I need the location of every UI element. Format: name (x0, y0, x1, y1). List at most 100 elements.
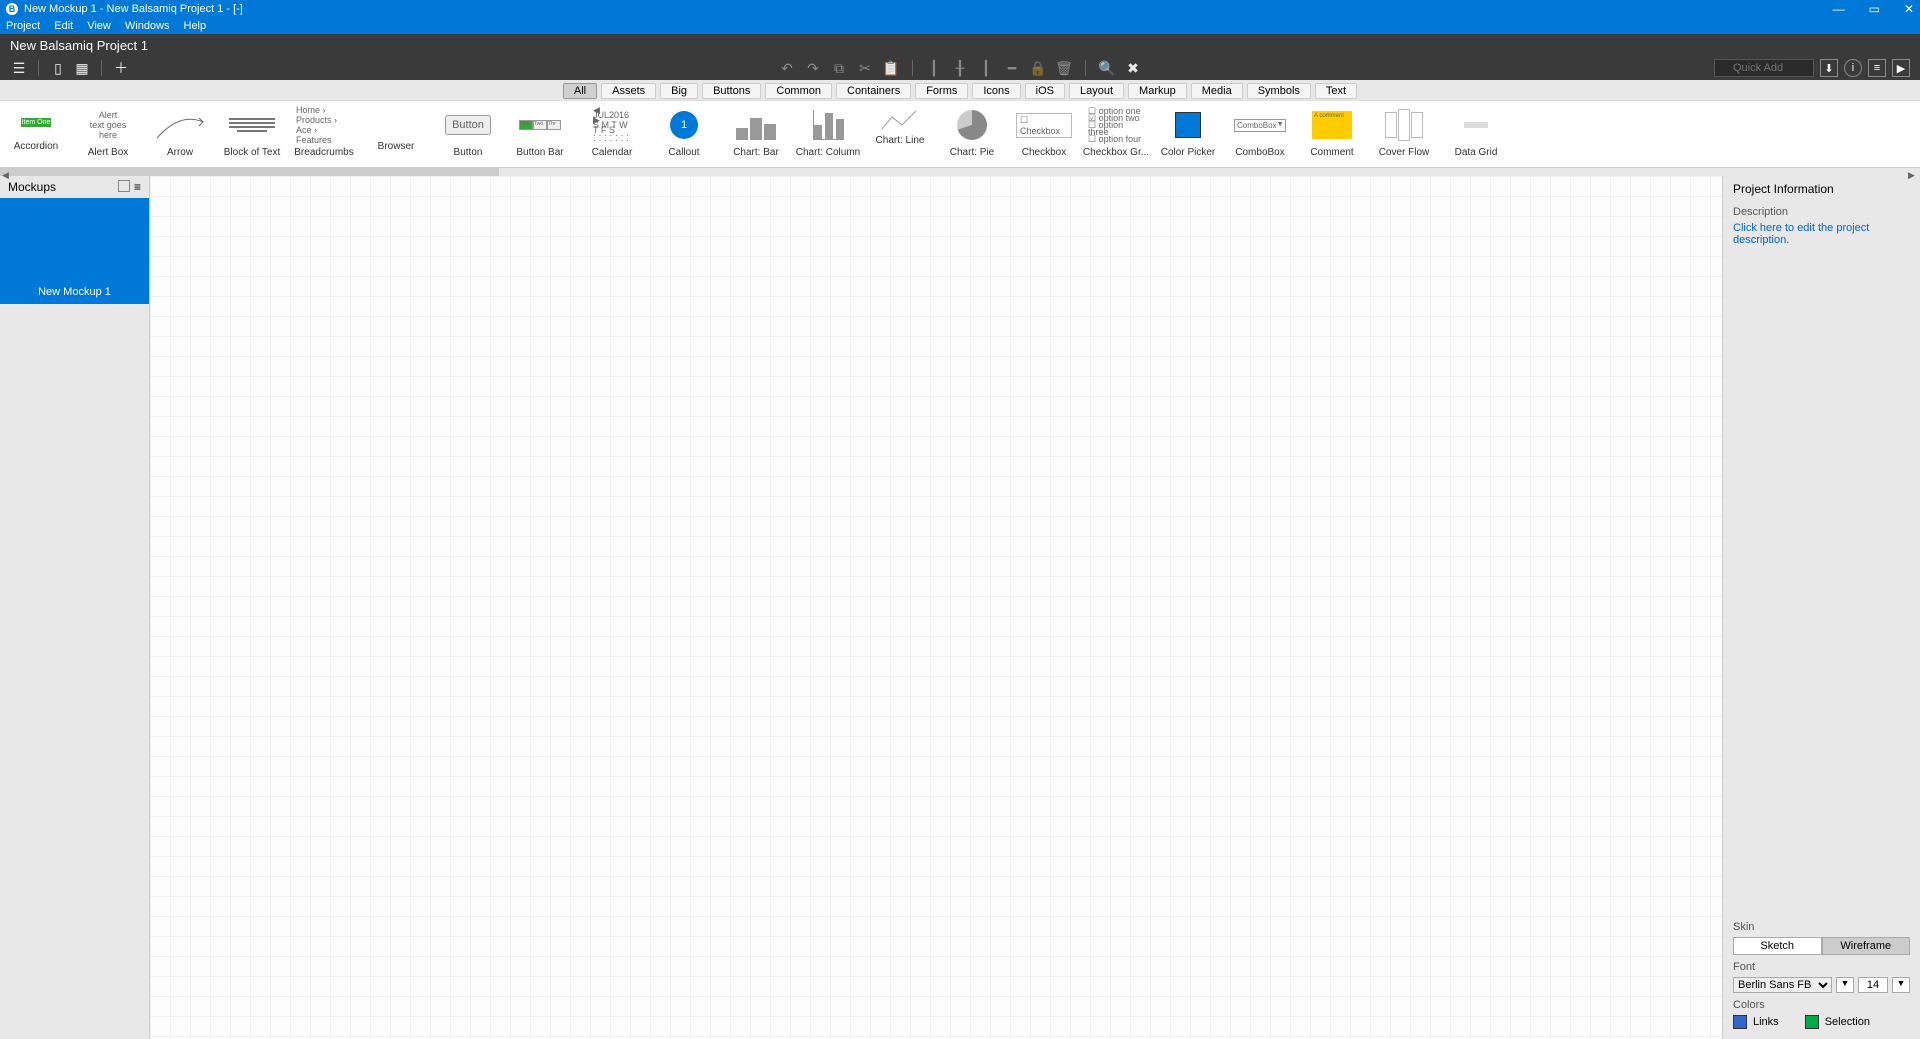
undo-icon[interactable]: ↶ (778, 60, 796, 77)
gallery-item-chartbar[interactable]: Chart: Bar (720, 101, 792, 167)
lock-icon[interactable]: 🔒 (1029, 60, 1047, 77)
tab-media[interactable]: Media (1191, 83, 1243, 99)
gallery-item-calendar[interactable]: ◀ JUL2016 ▶S M T W T F S· · · · · · ·· ·… (576, 101, 648, 167)
cut-icon[interactable]: ✂ (856, 60, 874, 77)
tab-layout[interactable]: Layout (1069, 83, 1124, 99)
menu-edit[interactable]: Edit (54, 20, 73, 32)
tab-buttons[interactable]: Buttons (702, 83, 761, 99)
gallery-scroll-left-icon[interactable]: ◀ (2, 170, 12, 180)
font-family-select[interactable]: Berlin Sans FB (1733, 977, 1832, 993)
mockups-list-icon[interactable]: ≡ (134, 180, 141, 194)
gallery-item-browser[interactable]: Browser (360, 101, 432, 167)
component-gallery[interactable]: Item One Accordion Alerttext goes here A… (0, 100, 1920, 168)
gallery-item-accordion[interactable]: Item One Accordion (0, 101, 72, 167)
fullscreen-icon[interactable]: ▶ (1892, 59, 1910, 77)
info-icon[interactable]: i (1844, 59, 1862, 77)
canvas[interactable] (150, 176, 1722, 1039)
gallery-item-datagrid[interactable]: Data Grid (1440, 101, 1512, 167)
gallery-item-checkbox[interactable]: Checkbox Checkbox (1008, 101, 1080, 167)
gallery-item-coverflow[interactable]: Cover Flow (1368, 101, 1440, 167)
tab-common[interactable]: Common (765, 83, 832, 99)
tab-icons[interactable]: Icons (972, 83, 1020, 99)
separator (38, 60, 39, 76)
gallery-label: Block of Text (224, 147, 281, 158)
view-grid-icon[interactable]: ▦ (73, 60, 91, 77)
tab-containers[interactable]: Containers (836, 83, 911, 99)
mockups-view-icon[interactable] (118, 180, 130, 192)
app-icon: B (6, 3, 18, 15)
gallery-item-blocktext[interactable]: Block of Text (216, 101, 288, 167)
gallery-label: Checkbox Gr... (1083, 147, 1149, 158)
gallery-label: Chart: Bar (733, 147, 779, 158)
description-placeholder[interactable]: Click here to edit the project descripti… (1723, 220, 1920, 256)
links-label: Links (1753, 1016, 1779, 1028)
gallery-item-callout[interactable]: 1 Callout (648, 101, 720, 167)
menu-icon[interactable]: ☰ (10, 60, 28, 77)
align-left-icon[interactable]: ┃ (925, 60, 943, 77)
delete-icon[interactable]: 🗑 (1055, 60, 1073, 77)
minimize-button[interactable]: — (1833, 2, 1845, 16)
inspector-panel: Project Information Description Click he… (1722, 176, 1920, 1039)
align-center-icon[interactable]: ╂ (951, 60, 969, 77)
skin-wireframe[interactable]: Wireframe (1822, 937, 1911, 955)
gallery-item-comment[interactable]: A comment Comment (1296, 101, 1368, 167)
align-right-icon[interactable]: ┃ (977, 60, 995, 77)
menu-view[interactable]: View (87, 20, 111, 32)
add-icon[interactable]: ＋ (112, 58, 130, 78)
align-top-icon[interactable]: ━ (1003, 60, 1021, 77)
quick-add-input[interactable] (1714, 59, 1814, 77)
link-color-swatch[interactable] (1733, 1015, 1747, 1029)
font-family-dropdown-icon[interactable]: ▼ (1836, 977, 1854, 993)
gallery-item-arrow[interactable]: Arrow (144, 101, 216, 167)
gallery-scrollbar[interactable] (0, 168, 1920, 176)
copy-icon[interactable]: ⧉ (830, 60, 848, 77)
tab-forms[interactable]: Forms (915, 83, 968, 99)
gallery-label: Breadcrumbs (294, 147, 353, 158)
redo-icon[interactable]: ↷ (804, 60, 822, 77)
menu-project[interactable]: Project (6, 20, 40, 32)
gallery-item-chartline[interactable]: Chart: Line (864, 101, 936, 167)
gallery-item-buttonbar[interactable]: OneTwoThr Button Bar (504, 101, 576, 167)
gallery-label: Color Picker (1161, 147, 1215, 158)
import-icon[interactable]: ⬇ (1820, 59, 1838, 77)
gallery-item-combobox[interactable]: ComboBox ComboBox (1224, 101, 1296, 167)
gallery-item-checkboxgroup[interactable]: ☐ option one☑ option two☐ option three☐ … (1080, 101, 1152, 167)
gallery-scroll-right-icon[interactable]: ▶ (1908, 170, 1918, 180)
menu-help[interactable]: Help (184, 20, 207, 32)
search-icon[interactable]: 🔍 (1098, 60, 1116, 77)
tab-assets[interactable]: Assets (601, 83, 656, 99)
gallery-label: Chart: Line (876, 135, 925, 146)
skin-toggle: Sketch Wireframe (1733, 937, 1910, 955)
component-gallery-wrap: Item One Accordion Alerttext goes here A… (0, 100, 1920, 176)
gallery-item-chartcol[interactable]: Chart: Column (792, 101, 864, 167)
project-title-bar: New Balsamiq Project 1 (0, 34, 1920, 56)
tab-symbols[interactable]: Symbols (1247, 83, 1311, 99)
main-area: Mockups ≡ New Mockup 1 Project Informati… (0, 176, 1920, 1039)
gallery-label: Data Grid (1455, 147, 1498, 158)
gallery-item-breadcrumbs[interactable]: Home › Products › Ace › Features Breadcr… (288, 101, 360, 167)
tab-markup[interactable]: Markup (1128, 83, 1187, 99)
menu-windows[interactable]: Windows (125, 20, 170, 32)
gallery-item-colorpicker[interactable]: Color Picker (1152, 101, 1224, 167)
gallery-item-chartpie[interactable]: Chart: Pie (936, 101, 1008, 167)
main-toolbar: ☰ ▯ ▦ ＋ ↶ ↷ ⧉ ✂ 📋 ┃ ╂ ┃ ━ 🔒 🗑 🔍 ✖ ⬇ i ≡ … (0, 56, 1920, 80)
skin-sketch[interactable]: Sketch (1733, 937, 1822, 955)
notes-icon[interactable]: ≡ (1868, 59, 1886, 77)
mockup-thumbnail[interactable]: New Mockup 1 (0, 198, 149, 304)
tab-text[interactable]: Text (1315, 83, 1357, 99)
close-search-icon[interactable]: ✖ (1124, 60, 1142, 77)
font-size-dropdown-icon[interactable]: ▼ (1892, 977, 1910, 993)
close-button[interactable]: ✕ (1904, 2, 1914, 16)
selection-color-swatch[interactable] (1805, 1015, 1819, 1029)
view-single-icon[interactable]: ▯ (49, 60, 67, 77)
mockups-title: Mockups (8, 180, 56, 194)
font-size-input[interactable] (1858, 977, 1888, 993)
maximize-button[interactable]: ▭ (1869, 2, 1880, 16)
paste-icon[interactable]: 📋 (882, 60, 900, 77)
tab-ios[interactable]: iOS (1025, 83, 1065, 99)
gallery-item-alert[interactable]: Alerttext goes here Alert Box (72, 101, 144, 167)
tab-all[interactable]: All (563, 83, 597, 99)
mockups-panel: Mockups ≡ New Mockup 1 (0, 176, 150, 1039)
gallery-item-button[interactable]: Button Button (432, 101, 504, 167)
tab-big[interactable]: Big (660, 83, 698, 99)
